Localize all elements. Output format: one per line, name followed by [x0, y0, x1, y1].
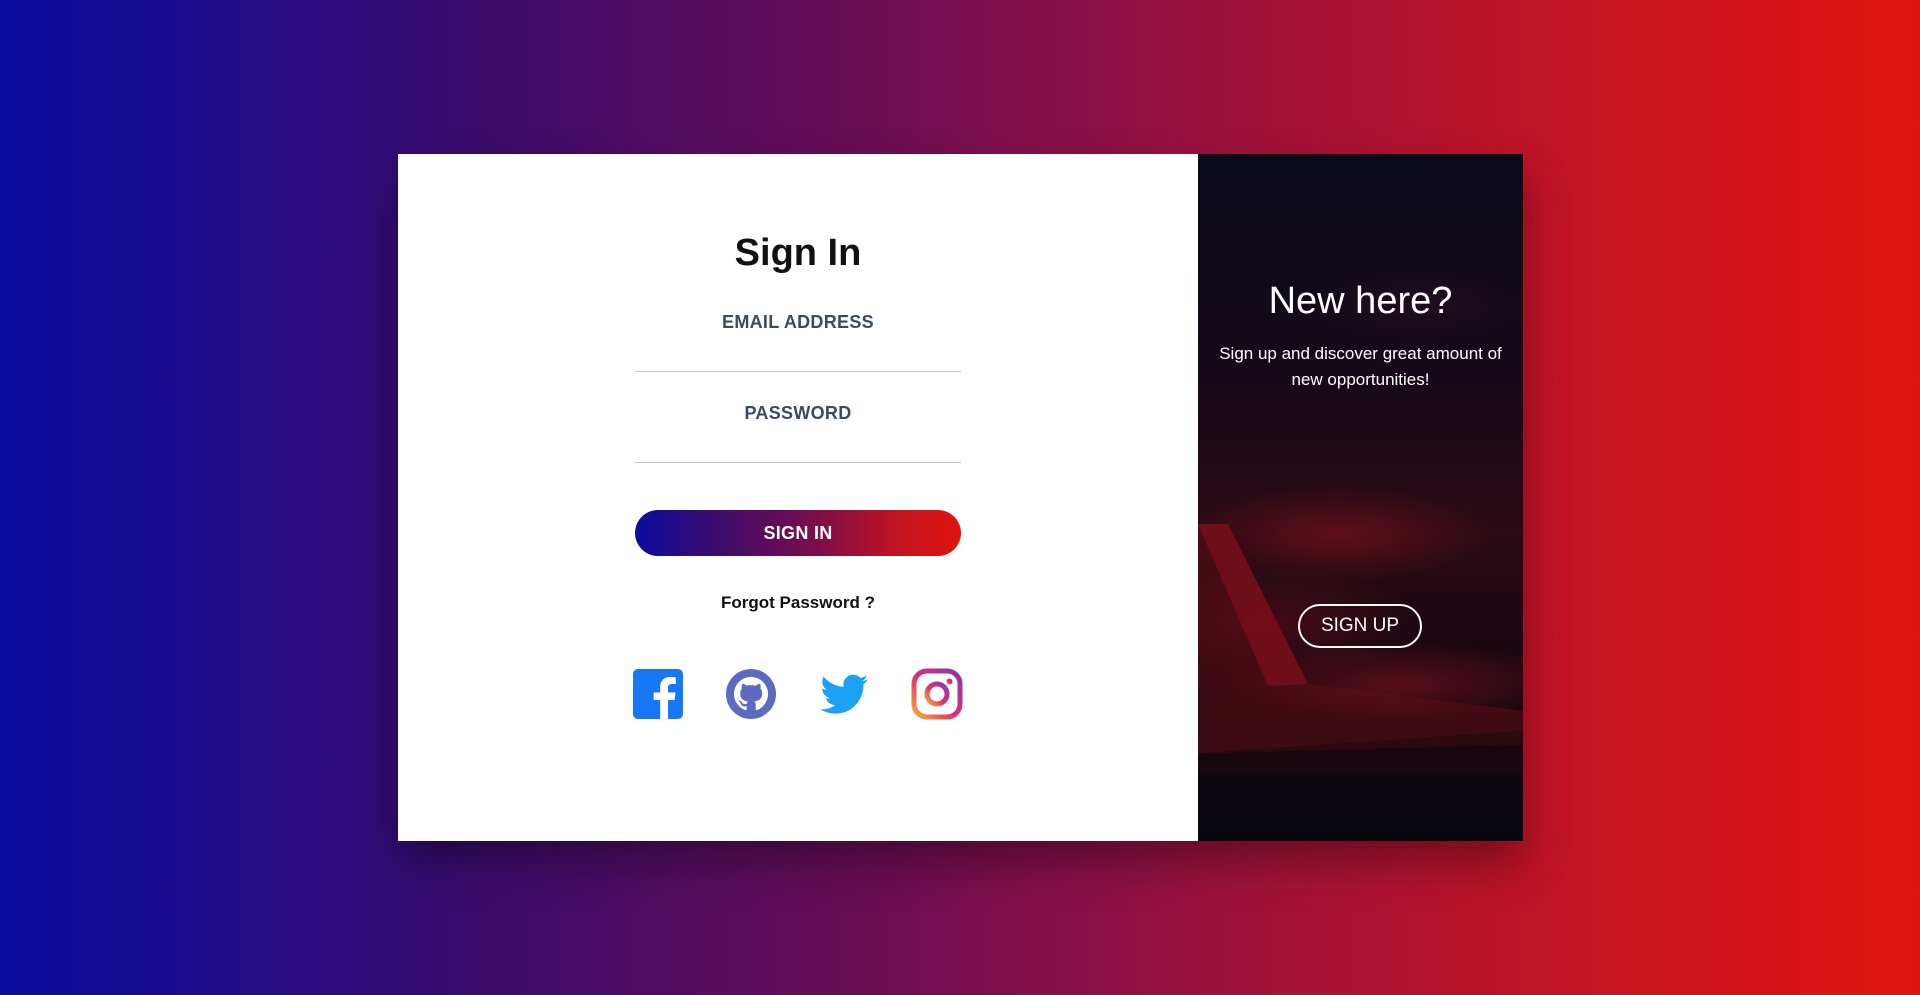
signup-description: Sign up and discover great amount of new…: [1219, 344, 1502, 389]
email-field-group: EMAIL ADDRESS: [635, 312, 961, 372]
signup-button[interactable]: SIGN UP: [1298, 604, 1422, 648]
social-login-row: [632, 668, 965, 720]
forgot-password-link[interactable]: Forgot Password ?: [398, 593, 1198, 613]
auth-card: Sign In EMAIL ADDRESS PASSWORD SIGN IN F…: [398, 154, 1523, 841]
email-input[interactable]: [635, 336, 961, 372]
signin-panel: Sign In EMAIL ADDRESS PASSWORD SIGN IN F…: [398, 154, 1198, 841]
signin-title: Sign In: [734, 232, 862, 274]
email-label: EMAIL ADDRESS: [722, 312, 874, 332]
facebook-icon[interactable]: [632, 668, 684, 720]
password-label: PASSWORD: [744, 403, 852, 423]
password-input[interactable]: [635, 427, 961, 463]
instagram-icon[interactable]: [911, 668, 963, 720]
signin-button[interactable]: SIGN IN: [635, 510, 961, 556]
github-icon[interactable]: [725, 668, 777, 720]
signup-title: New here?: [1268, 280, 1453, 322]
signup-panel: New here? Sign up and discover great amo…: [1198, 154, 1523, 841]
password-field-group: PASSWORD: [635, 403, 961, 463]
twitter-icon[interactable]: [818, 668, 870, 720]
